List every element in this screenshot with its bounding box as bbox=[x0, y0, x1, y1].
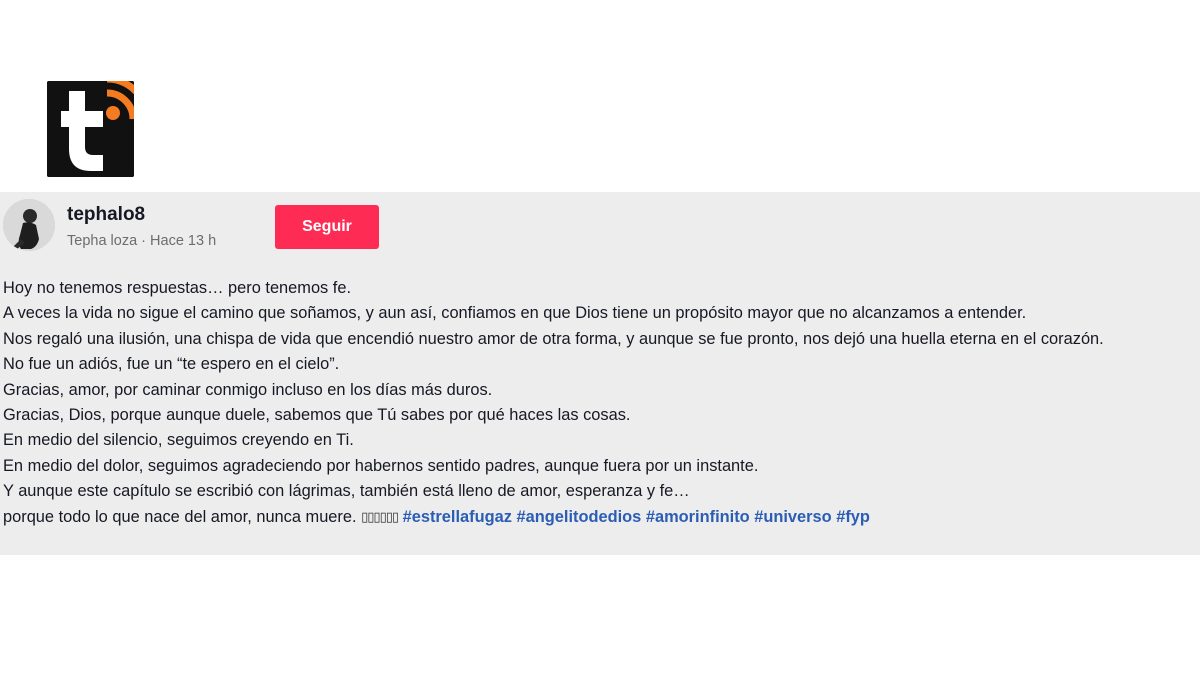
caption-line-text: porque todo lo que nace del amor, nunca … bbox=[3, 507, 357, 526]
follow-button[interactable]: Seguir bbox=[275, 205, 379, 249]
hashtag-link[interactable]: #estrellafugaz bbox=[403, 508, 512, 526]
hashtag-link[interactable]: #angelitodedios bbox=[517, 508, 642, 526]
hashtag-link[interactable]: #universo bbox=[754, 508, 831, 526]
caption-line: En medio del dolor, seguimos agradeciend… bbox=[3, 456, 759, 475]
post-time: Hace 13 h bbox=[150, 233, 217, 249]
username[interactable]: tephalo8 bbox=[67, 204, 145, 226]
hashtag-link[interactable]: #fyp bbox=[836, 508, 870, 526]
caption-line: Hoy no tenemos respuestas… pero tenemos … bbox=[3, 279, 352, 297]
caption-line: En medio del silencio, seguimos creyendo… bbox=[3, 431, 354, 450]
brand-logo-icon bbox=[47, 81, 134, 177]
caption-line: Y aunque este capítulo se escribió con l… bbox=[3, 482, 690, 501]
caption-line: Gracias, amor, por caminar conmigo inclu… bbox=[3, 380, 493, 399]
hashtag-link[interactable]: #amorinfinito bbox=[646, 508, 750, 526]
post-meta: Tepha loza · Hace 13 h bbox=[67, 233, 216, 249]
avatar-image bbox=[3, 199, 55, 251]
caption-line: A veces la vida no sigue el camino que s… bbox=[3, 304, 1027, 323]
meta-separator: · bbox=[141, 233, 147, 249]
post-caption: Hoy no tenemos respuestas… pero tenemos … bbox=[3, 276, 1199, 530]
avatar[interactable] bbox=[3, 199, 55, 251]
display-name[interactable]: Tepha loza bbox=[67, 233, 137, 249]
caption-last-line: porque todo lo que nace del amor, nunca … bbox=[3, 505, 1199, 530]
brand-logo bbox=[47, 81, 134, 177]
caption-line: Gracias, Dios, porque aunque duele, sabe… bbox=[3, 406, 631, 425]
caption-line: Nos regaló una ilusión, una chispa de vi… bbox=[3, 329, 1104, 348]
caption-line: No fue un adiós, fue un “te espero en el… bbox=[3, 355, 340, 374]
emoji-placeholder: ▯▯▯▯▯▯ bbox=[361, 509, 399, 525]
